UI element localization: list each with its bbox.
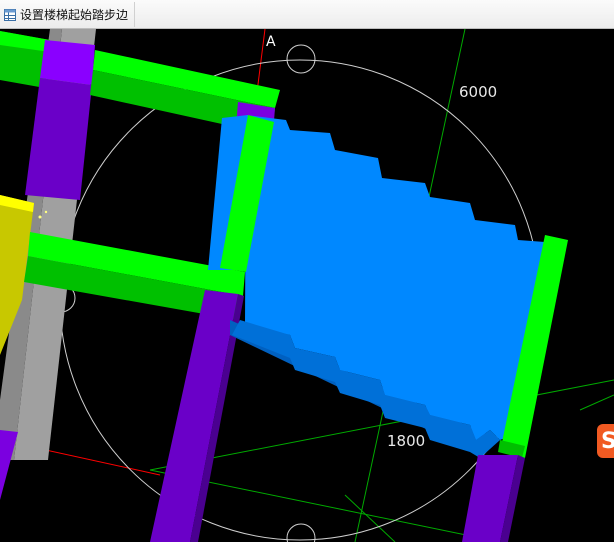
stair-slab[interactable] <box>245 115 545 440</box>
purple-column-cap <box>40 40 95 85</box>
purple-column <box>25 78 92 200</box>
dimension-label-top: 6000 <box>459 83 497 101</box>
table-icon <box>4 8 16 21</box>
marker-dot <box>38 215 42 219</box>
rotation-handle-top[interactable] <box>286 44 316 74</box>
cad-3d-viewport[interactable]: 6000 1800 A <box>0 29 614 542</box>
sogou-ime-icon[interactable]: S <box>597 424 614 458</box>
model-scene: 6000 1800 A <box>0 29 614 542</box>
purple-column <box>150 290 238 542</box>
grid-line <box>579 394 614 411</box>
axis-label: A <box>266 34 276 50</box>
toolbar: 设置楼梯起始踏步边 <box>0 0 614 29</box>
set-stair-start-step-edge-button[interactable]: 设置楼梯起始踏步边 <box>1 2 136 27</box>
set-stair-start-label: 设置楼梯起始踏步边 <box>20 8 129 22</box>
ime-badge-text: S <box>601 428 614 454</box>
dimension-label-bottom: 1800 <box>387 432 425 450</box>
purple-column <box>0 430 18 500</box>
marker-dot <box>44 210 48 214</box>
